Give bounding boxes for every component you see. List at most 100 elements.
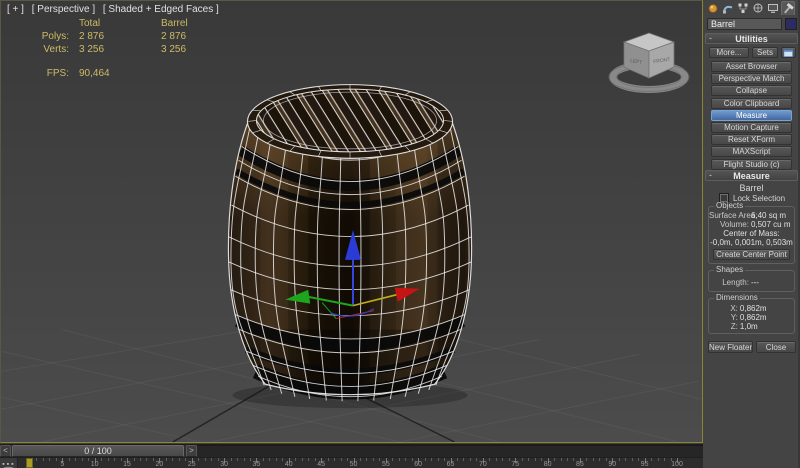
timeline-tick: [140, 458, 141, 461]
utility-button-reset-xform[interactable]: Reset XForm: [711, 134, 792, 145]
volume-label: Volume:: [709, 220, 751, 229]
timeline-tick: [573, 458, 574, 461]
timeline-tick: [632, 458, 633, 461]
next-frame-button[interactable]: >: [186, 445, 197, 457]
modify-icon: [722, 2, 734, 14]
timeline-tick: [541, 458, 542, 461]
timeline-tick: [476, 458, 477, 461]
timeline-tick: [56, 458, 57, 461]
timeline-tick: [438, 458, 439, 461]
timeline-tick-label: 45: [317, 461, 325, 468]
utility-button-perspective-match[interactable]: Perspective Match: [711, 73, 792, 84]
dim-x-label: X:: [709, 304, 740, 313]
volume-value: 0,507 cu m: [751, 220, 794, 229]
utility-button-asset-browser[interactable]: Asset Browser: [711, 61, 792, 72]
viewport-shading-menu[interactable]: [ Shaded + Edged Faces ]: [103, 4, 219, 15]
timeline-tick: [295, 458, 296, 461]
time-slider[interactable]: < 0 / 100 >: [0, 444, 703, 457]
dim-z-label: Z:: [709, 322, 740, 331]
timeline-tick: [315, 458, 316, 461]
new-floater-button[interactable]: New Floater: [708, 341, 753, 353]
length-label: Length:: [709, 278, 751, 287]
timeline-tick: [528, 458, 529, 461]
timeline-tick: [606, 458, 607, 461]
timeline-tick: [231, 458, 232, 461]
timeline-tick-label: 55: [382, 461, 390, 468]
hierarchy-icon: [737, 2, 749, 14]
stats-col-total: Total: [79, 18, 161, 30]
curve-editor-icon: [0, 461, 17, 468]
tab-motion[interactable]: [751, 1, 765, 15]
viewcube[interactable]: LEFT FRONT: [592, 13, 702, 108]
viewcube-cube[interactable]: [624, 33, 674, 78]
timeline-tick: [211, 458, 212, 461]
measure-rollout-header[interactable]: - Measure: [705, 170, 798, 181]
stats-fps-label: FPS:: [29, 68, 79, 80]
utility-button-collapse[interactable]: Collapse: [711, 85, 792, 96]
viewport-general-menu[interactable]: [ + ]: [7, 4, 24, 15]
dim-y-label: Y:: [709, 313, 740, 322]
dim-y-value: 0,862m: [740, 313, 794, 322]
button-sets-button[interactable]: Sets: [752, 47, 778, 58]
timeline-tick: [198, 458, 199, 461]
timeline-tick: [360, 458, 361, 461]
utility-button-motion-capture[interactable]: Motion Capture: [711, 122, 792, 133]
create-icon: [707, 2, 719, 14]
close-button[interactable]: Close: [756, 341, 796, 353]
time-slider-groove[interactable]: [197, 445, 703, 457]
timeline-tick: [237, 458, 238, 461]
timeline-tick: [101, 458, 102, 461]
tab-create[interactable]: [706, 1, 720, 15]
tab-modify[interactable]: [721, 1, 735, 15]
tab-display[interactable]: [766, 1, 780, 15]
viewport-pov-menu[interactable]: [ Perspective ]: [32, 4, 95, 15]
utility-button-color-clipboard[interactable]: Color Clipboard: [711, 98, 792, 109]
timeline-tick: [269, 458, 270, 461]
timeline-tick: [179, 458, 180, 461]
center-of-mass-value: -0,0m, 0,001m, 0,503m: [709, 238, 794, 247]
track-bar[interactable]: 5101520253035404550556065707580859095100: [0, 457, 703, 468]
timeline-tick: [347, 458, 348, 461]
timeline-tick: [561, 458, 562, 461]
timeline-tick: [146, 458, 147, 461]
timeline-tick: [522, 458, 523, 461]
object-name-field[interactable]: Barrel: [707, 18, 782, 30]
timeline-tick-label: 40: [285, 461, 293, 468]
more-utilities-button[interactable]: More...: [709, 47, 749, 58]
utilities-rollout-header[interactable]: - Utilities: [705, 33, 798, 44]
configure-button-sets-button[interactable]: [781, 47, 796, 58]
timeline-tick-label: 30: [220, 461, 228, 468]
timeline-tick: [444, 458, 445, 461]
surface-area-label: Surface Area:: [709, 211, 751, 220]
timeline-tick: [470, 458, 471, 461]
utility-button-flight-studio-c[interactable]: Flight Studio (c): [711, 159, 792, 170]
motion-icon: [752, 2, 764, 14]
mini-curve-editor-button[interactable]: [0, 458, 18, 468]
previous-frame-button[interactable]: <: [0, 445, 11, 457]
timeline-tick-label: 5: [60, 461, 64, 468]
utility-button-maxscript[interactable]: MAXScript: [711, 146, 792, 157]
utility-button-measure[interactable]: Measure: [711, 110, 792, 121]
object-color-swatch[interactable]: [785, 18, 797, 30]
tab-utilities[interactable]: [781, 1, 795, 15]
command-panel-tabs: [706, 1, 795, 15]
application-window: [ + ] [ Perspective ] [ Shaded + Edged F…: [0, 0, 800, 468]
shapes-group-title: Shapes: [714, 266, 745, 274]
timeline-tick-label: 85: [576, 461, 584, 468]
perspective-viewport[interactable]: [ + ] [ Perspective ] [ Shaded + Edged F…: [0, 0, 703, 443]
display-icon: [767, 2, 779, 14]
timeline-tick-label: 100: [671, 461, 683, 468]
timeline-tick: [392, 458, 393, 461]
timeline-tick: [250, 458, 251, 461]
timeline-tick: [276, 458, 277, 461]
timeline-tick: [172, 458, 173, 461]
timeline-tick: [308, 458, 309, 461]
objects-group-title: Objects: [714, 202, 745, 210]
time-slider-handle[interactable]: 0 / 100: [12, 445, 184, 457]
current-frame-marker[interactable]: [26, 458, 33, 468]
timeline-tick: [334, 458, 335, 461]
create-center-point-button[interactable]: Create Center Point: [713, 249, 790, 260]
timeline-tick: [166, 458, 167, 461]
tab-hierarchy[interactable]: [736, 1, 750, 15]
timeline-tick: [625, 458, 626, 461]
